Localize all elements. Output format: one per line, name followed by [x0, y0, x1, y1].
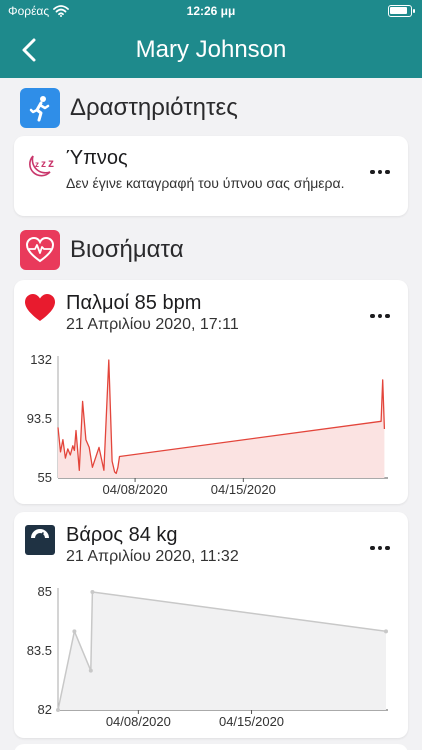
vitals-section-header: Βιοσήματα [20, 230, 184, 270]
heart-y-tick-label: 93.5 [27, 411, 52, 426]
running-person-icon [20, 88, 60, 128]
sleep-card[interactable]: z z z Ύπνος Δεν έγινε καταγραφή του ύπνο… [14, 136, 408, 216]
heart-rate-chart: 132 93.5 55 04/08/2020 04/15/2020 [27, 352, 388, 497]
weight-x-tick-label: 04/15/2020 [219, 714, 284, 729]
weight-point [88, 668, 93, 673]
weight-y-tick-label: 85 [38, 584, 52, 599]
status-bar: Φορέας 12:26 μμ [0, 0, 422, 22]
weight-chart: 85 83.5 82 04/08/2020 04/15/2020 [27, 584, 388, 729]
weight-y-tick-label: 83.5 [27, 643, 52, 658]
activities-section-header: Δραστηριότητες [20, 88, 238, 128]
more-options-icon[interactable] [366, 538, 394, 558]
heart-y-tick-label: 55 [38, 470, 52, 485]
battery-icon [388, 5, 415, 17]
heart-rate-date: 21 Απριλίου 2020, 17:11 [66, 316, 239, 333]
next-card[interactable] [14, 744, 408, 750]
weight-point [56, 708, 60, 712]
weight-title: Βάρος 84 kg [66, 524, 178, 546]
heart-y-tick-label: 132 [30, 352, 52, 367]
sleep-description: Δεν έγινε καταγραφή του ύπνου σας σήμερα… [66, 175, 345, 191]
svg-text:z: z [35, 160, 39, 169]
weight-date: 21 Απριλίου 2020, 11:32 [66, 548, 239, 565]
svg-text:z: z [48, 156, 54, 170]
vitals-title: Βιοσήματα [70, 236, 184, 263]
scale-icon [25, 525, 55, 555]
activities-title: Δραστηριότητες [70, 94, 238, 121]
more-options-icon[interactable] [366, 162, 394, 182]
heart-area [58, 360, 385, 478]
heart-x-tick-label: 04/15/2020 [211, 482, 276, 497]
navigation-bar: Mary Johnson [0, 22, 422, 78]
sleep-title: Ύπνος [66, 147, 128, 169]
svg-text:z: z [41, 159, 46, 170]
weight-point [72, 629, 77, 634]
app-header: Φορέας 12:26 μμ Mary Johnson [0, 0, 422, 78]
sleep-zzz-icon: z z z [29, 155, 54, 177]
heart-x-tick-label: 04/08/2020 [103, 482, 168, 497]
heart-pulse-icon [20, 230, 60, 270]
heart-rate-card[interactable]: Παλμοί 85 bpm 21 Απριλίου 2020, 17:11 13… [14, 280, 408, 504]
weight-x-tick-label: 04/08/2020 [106, 714, 171, 729]
page-title: Mary Johnson [135, 36, 287, 63]
heart-icon [25, 294, 55, 321]
weight-y-tick-label: 82 [38, 702, 52, 717]
weight-card[interactable]: Βάρος 84 kg 21 Απριλίου 2020, 11:32 85 83… [14, 512, 408, 738]
more-options-icon[interactable] [366, 306, 394, 326]
weight-point [90, 590, 95, 594]
weight-point [384, 629, 388, 634]
heart-rate-title: Παλμοί 85 bpm [66, 292, 202, 314]
status-time: 12:26 μμ [186, 4, 236, 18]
